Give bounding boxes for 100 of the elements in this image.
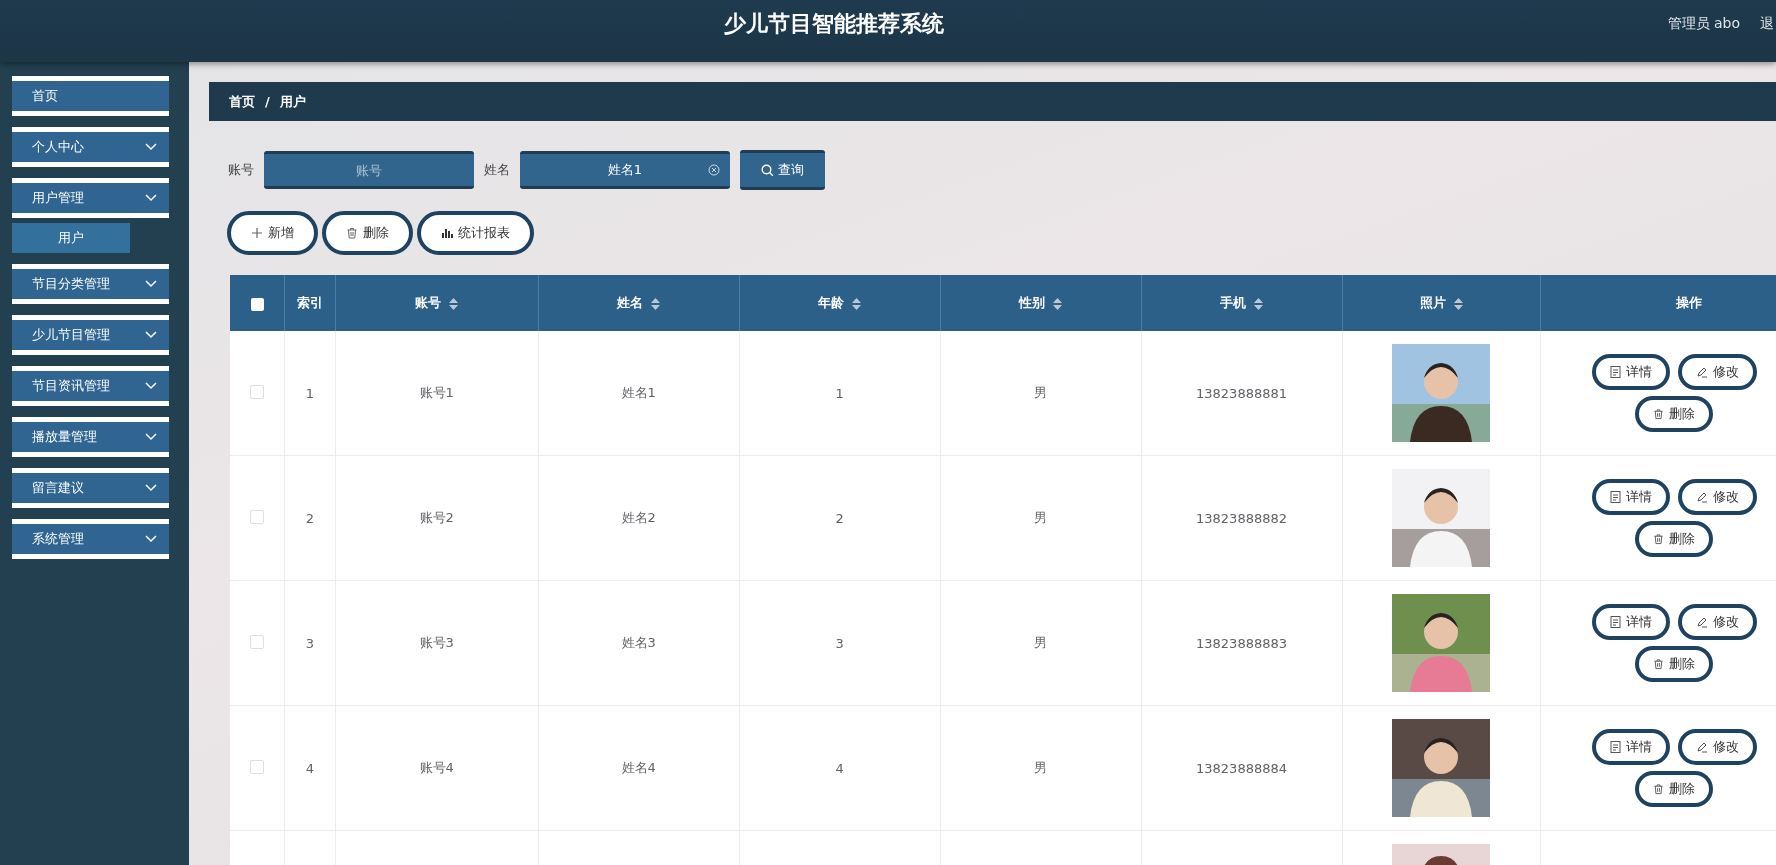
row-action-button[interactable]: 修改 <box>1677 604 1757 640</box>
menu-item[interactable]: 节目分类管理 <box>12 264 169 304</box>
table-header-cell[interactable]: 索引 <box>284 275 336 331</box>
menu-item[interactable]: 播放量管理 <box>12 417 169 457</box>
trash-icon <box>1653 658 1665 670</box>
menu-label: 系统管理 <box>32 530 84 548</box>
search-button[interactable]: 查询 <box>740 150 825 190</box>
table-cell: 姓名3 <box>538 580 740 706</box>
chevron-down-icon <box>145 484 157 492</box>
table-cell: 账号3 <box>335 580 539 706</box>
table-cell: 4 <box>284 705 336 831</box>
row-action-button[interactable]: 详情 <box>1591 604 1670 640</box>
row-action-button[interactable]: 删除 <box>1635 521 1714 557</box>
table-cell: 姓名4 <box>538 705 740 831</box>
table-cell: 姓名1 <box>538 331 740 456</box>
menu-item[interactable]: 个人中心 <box>12 127 169 167</box>
table-cell: 1 <box>284 331 336 456</box>
row-checkbox[interactable] <box>250 634 265 649</box>
sort-icon[interactable] <box>1254 297 1264 310</box>
table-cell: 1 <box>739 331 941 456</box>
logout-link[interactable]: 退 <box>1760 15 1774 33</box>
row-checkbox[interactable] <box>250 384 265 399</box>
document-icon <box>1609 366 1621 378</box>
row-action-button[interactable]: 删除 <box>1635 396 1714 432</box>
table-cell: 账号4 <box>335 705 539 831</box>
table-header-cell[interactable]: 性别 <box>940 275 1142 331</box>
table-cell: 姓名2 <box>538 455 740 581</box>
trash-icon <box>1653 408 1665 420</box>
select-all-checkbox[interactable] <box>250 297 264 311</box>
breadcrumb-item[interactable]: 首页 <box>229 92 255 111</box>
breadcrumb-item[interactable]: 用户 <box>279 92 306 111</box>
pencil-icon <box>1695 741 1708 753</box>
input-field[interactable]: 账号 <box>264 151 474 189</box>
action-button[interactable]: 统计报表 <box>417 211 534 255</box>
table-header-cell[interactable]: 年龄 <box>739 275 941 331</box>
table-cell: 男 <box>940 455 1142 581</box>
field-label: 姓名 <box>484 161 510 179</box>
search-icon <box>761 163 774 177</box>
submenu-item[interactable]: 用户 <box>12 223 130 253</box>
sort-icon[interactable] <box>1454 297 1464 310</box>
row-checkbox[interactable] <box>250 509 265 524</box>
table-cell: 3 <box>284 580 336 706</box>
table-cell: 13823888881 <box>1141 331 1342 456</box>
menu-label: 节目分类管理 <box>32 275 110 293</box>
clear-icon[interactable] <box>708 164 720 176</box>
chevron-down-icon <box>145 143 157 151</box>
row-action-button[interactable]: 修改 <box>1677 729 1757 765</box>
table-cell: 男 <box>940 580 1142 706</box>
menu-item[interactable]: 留言建议 <box>12 468 169 508</box>
document-icon <box>1609 491 1621 503</box>
sort-icon[interactable] <box>1053 297 1063 310</box>
chevron-down-icon <box>145 433 157 441</box>
table-cell: 男 <box>940 705 1142 831</box>
row-action-button[interactable]: 详情 <box>1591 479 1670 515</box>
trash-icon <box>346 227 358 239</box>
document-icon <box>1609 616 1621 628</box>
menu-label: 首页 <box>32 87 58 105</box>
row-action-button[interactable]: 修改 <box>1677 479 1757 515</box>
menu-item[interactable]: 用户管理 <box>12 178 169 218</box>
breadcrumb-separator: / <box>265 94 270 109</box>
row-checkbox[interactable] <box>250 759 265 774</box>
action-button[interactable]: 删除 <box>322 211 413 255</box>
chevron-down-icon <box>145 382 157 390</box>
document-icon <box>1609 741 1621 753</box>
menu-label: 个人中心 <box>32 138 84 156</box>
menu-item[interactable]: 系统管理 <box>12 519 169 559</box>
menu-label: 播放量管理 <box>32 428 97 446</box>
table-cell: 2 <box>739 455 941 581</box>
table-header-cell[interactable]: 手机 <box>1141 275 1342 331</box>
table-header-cell[interactable]: 账号 <box>335 275 539 331</box>
row-action-button[interactable]: 详情 <box>1591 729 1670 765</box>
input-field[interactable]: 姓名1 <box>520 151 730 189</box>
row-action-button[interactable]: 详情 <box>1591 354 1670 390</box>
menu-item[interactable]: 少儿节目管理 <box>12 315 169 355</box>
table-header-cell[interactable]: 姓名 <box>538 275 740 331</box>
table-cell: 男 <box>940 331 1142 456</box>
table-header-cell[interactable]: 操作 <box>1540 275 1776 331</box>
chevron-down-icon <box>145 535 157 543</box>
menu-label: 用户管理 <box>32 189 84 207</box>
chevron-down-icon <box>145 280 157 288</box>
trash-icon <box>1653 533 1665 545</box>
field-label: 账号 <box>228 161 254 179</box>
table-header-cell[interactable]: 照片 <box>1342 275 1541 331</box>
menu-label: 节目资讯管理 <box>32 377 110 395</box>
table-cell: 4 <box>739 705 941 831</box>
menu-item[interactable]: 首页 <box>12 76 169 116</box>
sort-icon[interactable] <box>651 297 661 310</box>
action-button[interactable]: 新增 <box>227 211 318 255</box>
sort-icon[interactable] <box>449 297 459 310</box>
row-action-button[interactable]: 删除 <box>1635 646 1714 682</box>
pencil-icon <box>1695 366 1708 378</box>
pencil-icon <box>1695 616 1708 628</box>
table-cell: 账号2 <box>335 455 539 581</box>
row-action-button[interactable]: 修改 <box>1677 354 1757 390</box>
sort-icon[interactable] <box>852 297 862 310</box>
table-cell: 账号1 <box>335 331 539 456</box>
row-action-button[interactable]: 删除 <box>1635 771 1714 807</box>
table-cell: 13823888884 <box>1141 705 1342 831</box>
menu-item[interactable]: 节目资讯管理 <box>12 366 169 406</box>
menu-label: 留言建议 <box>32 479 84 497</box>
